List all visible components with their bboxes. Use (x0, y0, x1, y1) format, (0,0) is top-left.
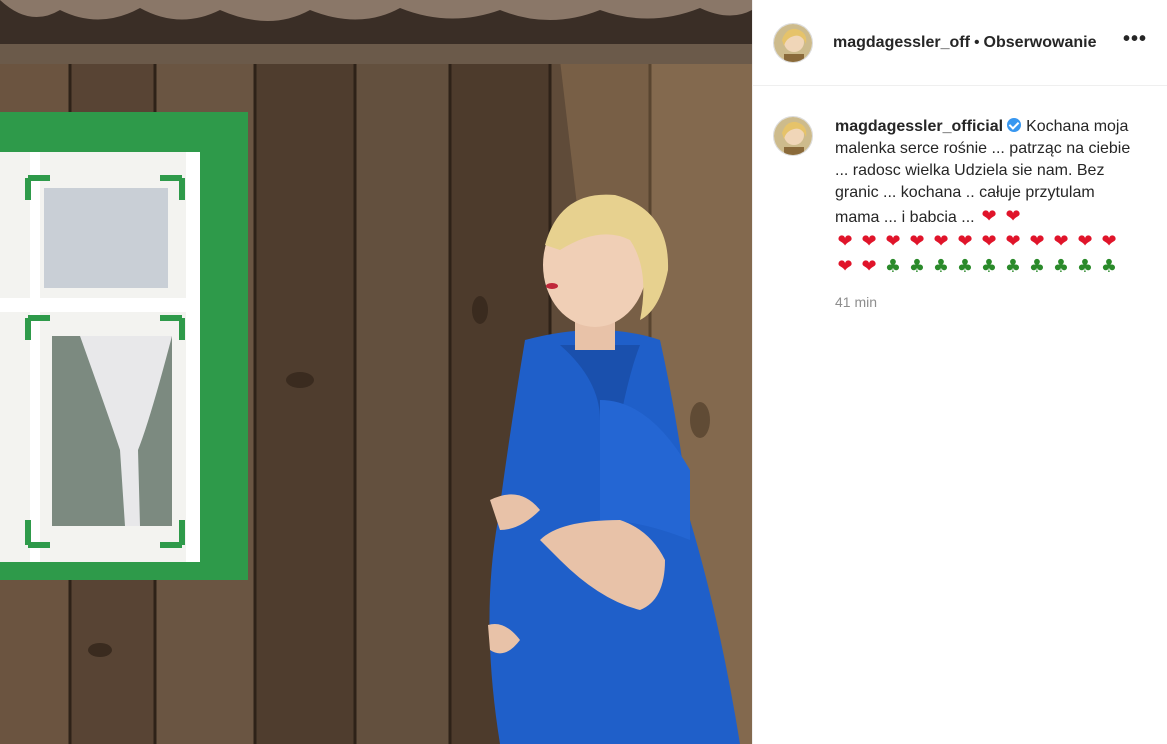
heart-icon: ❤ (837, 231, 853, 252)
heart-icon: ❤ (1005, 206, 1021, 227)
post-header: magdagessler_off • Obserwowanie ••• (753, 0, 1167, 86)
post-sidebar: magdagessler_off • Obserwowanie ••• magd… (752, 0, 1167, 744)
four-leaf-clover-icon: ♣ (1028, 256, 1046, 277)
caption-text-block: magdagessler_official Kochana moja malenk… (835, 116, 1135, 313)
heart-icon: ❤ (837, 256, 853, 277)
post-photo-illustration (0, 0, 752, 744)
four-leaf-clover-icon: ♣ (956, 256, 974, 277)
four-leaf-clover-icon: ♣ (1004, 256, 1022, 277)
header-username[interactable]: magdagessler_off (833, 34, 970, 52)
four-leaf-clover-icon: ♣ (908, 256, 926, 277)
post-timestamp[interactable]: 41 min (835, 291, 1135, 313)
avatar-image (774, 117, 812, 155)
heart-icon: ❤ (1101, 231, 1117, 252)
avatar[interactable] (773, 22, 813, 63)
avatar[interactable] (773, 116, 813, 156)
four-leaf-clover-icon: ♣ (1052, 256, 1070, 277)
heart-icon: ❤ (981, 231, 997, 252)
verified-badge-icon (1007, 118, 1022, 132)
four-leaf-clover-icon: ♣ (932, 256, 950, 277)
more-options-icon[interactable]: ••• (1123, 29, 1147, 52)
heart-icon: ❤ (861, 231, 877, 252)
heart-icon: ❤ (957, 231, 973, 252)
heart-icon: ❤ (1029, 231, 1045, 252)
emoji-row-2: ❤ ❤ ❤ ❤ ❤ ❤ ❤ ❤ ❤ ❤ ❤ ❤ (835, 229, 1135, 254)
emoji-row-1: ❤ ❤ (979, 206, 1027, 227)
instagram-post: magdagessler_off • Obserwowanie ••• magd… (0, 0, 1167, 744)
caption-username[interactable]: magdagessler_official (835, 118, 1003, 135)
caption-comment: magdagessler_official Kochana moja malenk… (753, 86, 1167, 313)
heart-icon: ❤ (1053, 231, 1069, 252)
window (0, 112, 248, 580)
four-leaf-clover-icon: ♣ (884, 256, 902, 277)
roof (0, 0, 752, 64)
four-leaf-clover-icon: ♣ (1076, 256, 1094, 277)
avatar-image (774, 23, 812, 62)
four-leaf-clover-icon: ♣ (1100, 256, 1118, 277)
heart-icon: ❤ (1077, 231, 1093, 252)
heart-icon: ❤ (981, 206, 997, 227)
following-button[interactable]: Obserwowanie (984, 34, 1097, 52)
heart-icon: ❤ (933, 231, 949, 252)
post-photo[interactable] (0, 0, 752, 744)
heart-icon: ❤ (909, 231, 925, 252)
separator-dot: • (973, 33, 980, 51)
four-leaf-clover-icon: ♣ (980, 256, 998, 277)
heart-icon: ❤ (885, 231, 901, 252)
emoji-row-3: ❤ ❤ ♣ ♣ ♣ ♣ ♣ ♣ ♣ ♣ ♣ ♣ (835, 254, 1135, 279)
heart-icon: ❤ (861, 256, 877, 277)
heart-icon: ❤ (1005, 231, 1021, 252)
